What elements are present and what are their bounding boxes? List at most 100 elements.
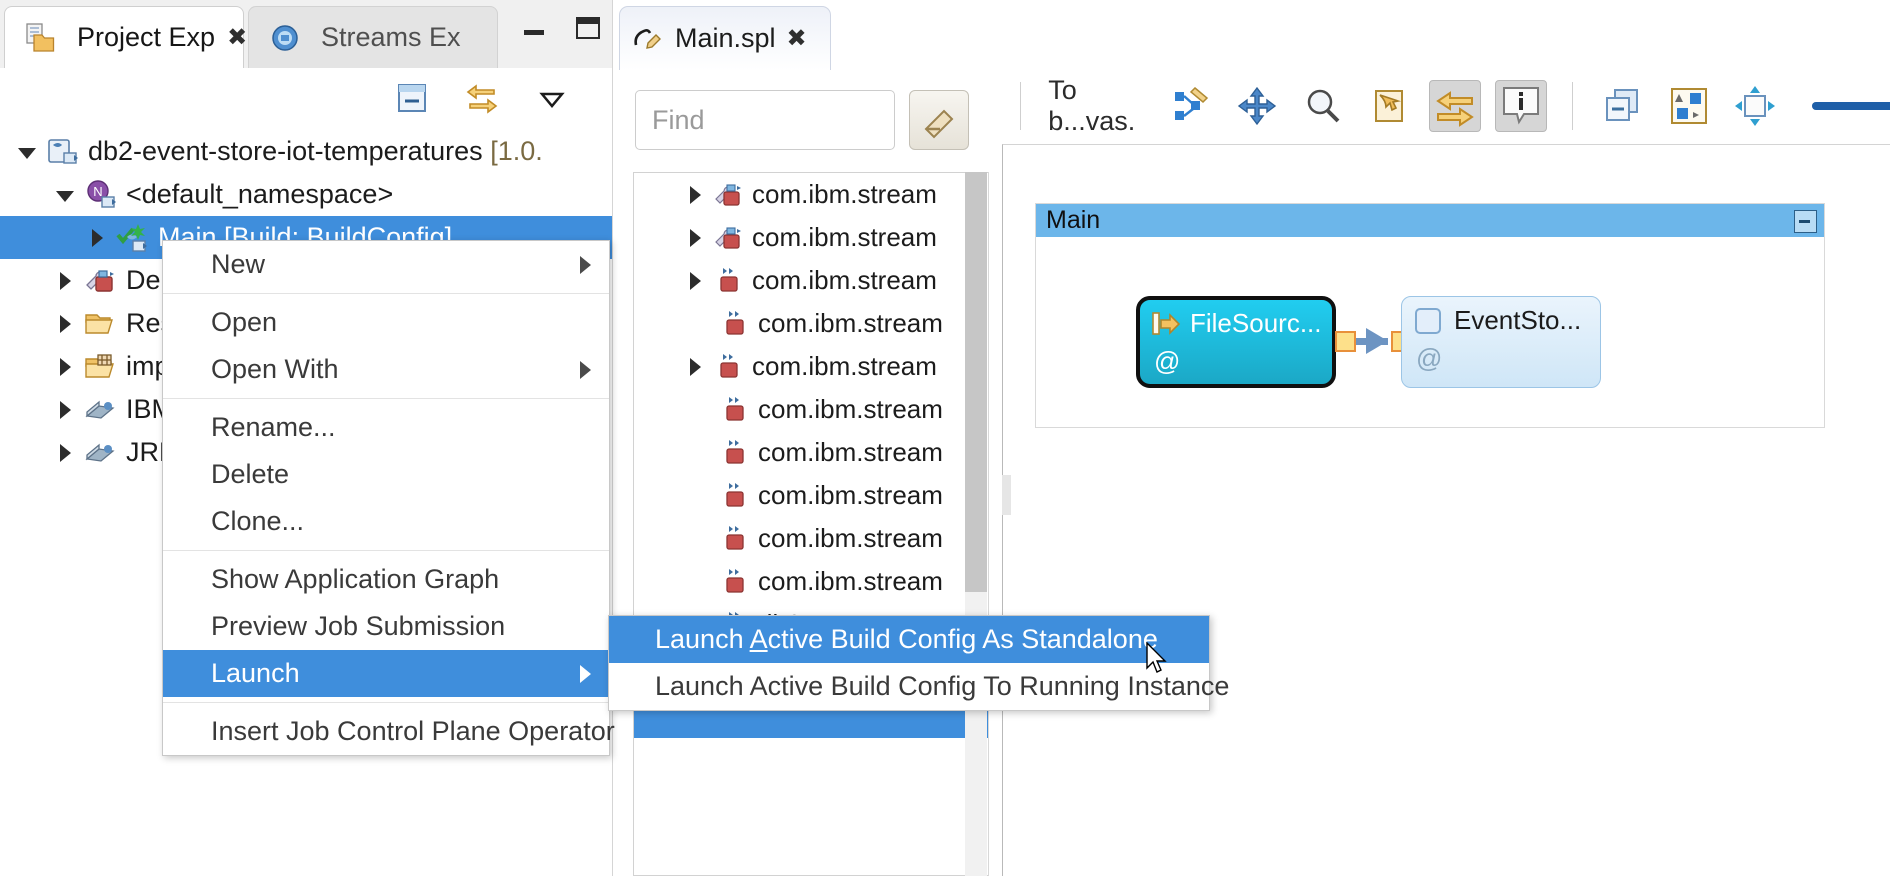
- view-menu-icon[interactable]: [534, 80, 570, 116]
- editor-scrollbar-thumb[interactable]: [965, 172, 987, 592]
- twisty-right-icon[interactable]: [682, 182, 708, 208]
- menu-item-open-with[interactable]: Open With: [163, 346, 609, 393]
- tab-main-spl[interactable]: Main.spl ✖: [619, 6, 831, 70]
- find-filter-button[interactable]: [909, 90, 969, 150]
- list-item[interactable]: com.ibm.stream: [634, 216, 1006, 259]
- editor-scrollbar-outer[interactable]: [988, 172, 1003, 876]
- project-explorer-toolbar: [0, 68, 612, 130]
- menu-item-insert-job-control-plane-operator[interactable]: Insert Job Control Plane Operator: [163, 708, 615, 755]
- left-view-tabbar: Project Exp ✖ Streams Ex: [0, 0, 612, 69]
- list-item[interactable]: com.ibm.stream: [634, 259, 1006, 302]
- twisty-down-icon[interactable]: [14, 139, 40, 165]
- tree-item-project[interactable]: db2-event-store-iot-temperatures [1.0.: [0, 130, 612, 173]
- twisty-right-icon[interactable]: [682, 268, 708, 294]
- list-item-label: com.ibm.stream: [752, 265, 937, 295]
- namespace-package-icon: [720, 524, 750, 554]
- svg-text:N: N: [93, 184, 102, 199]
- operator-title: EventSto...: [1414, 305, 1594, 336]
- graph-toolbar-label: To b...vas.: [1048, 75, 1136, 136]
- twisty-down-icon[interactable]: [52, 182, 78, 208]
- chevron-right-icon: [580, 255, 591, 274]
- context-submenu-launch[interactable]: Launch Active Build Config As Standalone…: [608, 615, 1229, 711]
- project-explorer-icon: [25, 22, 59, 54]
- tree-item-namespace[interactable]: N <default_namespace>: [0, 173, 612, 216]
- composite-main[interactable]: Main FileSourc... @ EventSto... @: [1035, 203, 1825, 428]
- operator-filesource[interactable]: FileSourc... @: [1136, 296, 1336, 388]
- list-item[interactable]: com.ibm.stream: [634, 302, 1006, 345]
- search-input[interactable]: Find: [635, 90, 895, 150]
- twisty-right-icon[interactable]: [52, 268, 78, 294]
- collapse-icon[interactable]: [1601, 84, 1645, 128]
- dependencies-icon: [84, 265, 118, 297]
- submenu-item-launch-standalone[interactable]: Launch Active Build Config As Standalone: [609, 616, 1209, 663]
- list-item[interactable]: com.ibm.stream: [634, 474, 1006, 517]
- list-item-label: com.ibm.stream: [752, 222, 937, 252]
- namespace-icon: N: [84, 179, 118, 211]
- submenu-item-launch-running-instance[interactable]: Launch Active Build Config To Running In…: [609, 663, 1229, 710]
- menu-item-new[interactable]: New: [163, 241, 609, 288]
- twisty-right-icon[interactable]: [52, 311, 78, 337]
- spl-file-icon: [632, 23, 666, 55]
- graph-canvas[interactable]: Main FileSourc... @ EventSto... @: [1002, 144, 1890, 876]
- output-port[interactable]: [1335, 331, 1356, 352]
- twisty-right-icon[interactable]: [84, 225, 110, 251]
- link-with-editor-icon[interactable]: [464, 80, 500, 116]
- menu-item-launch[interactable]: Launch: [163, 650, 609, 697]
- layout-graph-icon[interactable]: [1169, 84, 1213, 128]
- connection-arrow: [1366, 328, 1388, 354]
- list-item-label: com.ibm.stream: [758, 566, 943, 596]
- twisty-right-icon[interactable]: [52, 397, 78, 423]
- menu-item-label: Launch: [211, 658, 300, 688]
- zoom-icon[interactable]: [1301, 84, 1345, 128]
- menu-item-show-application-graph[interactable]: Show Application Graph: [163, 556, 609, 603]
- list-item-label: com.ibm.stream: [758, 437, 943, 467]
- folder-build-icon: [84, 351, 118, 383]
- twisty-right-icon[interactable]: [682, 225, 708, 251]
- fit-to-window-icon[interactable]: [1733, 84, 1777, 128]
- toggle-direction-icon[interactable]: [1429, 80, 1482, 132]
- editor-scrollbar-track[interactable]: [965, 172, 987, 876]
- close-icon[interactable]: ✖: [787, 26, 807, 51]
- tab-streams-explorer[interactable]: Streams Ex: [248, 6, 498, 68]
- zoom-slider[interactable]: [1812, 86, 1890, 126]
- menu-separator: [163, 550, 609, 551]
- composite-collapse-icon[interactable]: [1794, 210, 1817, 233]
- twisty-right-icon[interactable]: [52, 354, 78, 380]
- composite-header: Main: [1036, 204, 1824, 237]
- list-item[interactable]: com.ibm.stream: [634, 173, 1006, 216]
- canvas-collapse-handle[interactable]: [1002, 475, 1011, 515]
- minimize-button[interactable]: [520, 14, 548, 42]
- list-item[interactable]: com.ibm.stream: [634, 560, 1006, 603]
- collapse-all-icon[interactable]: [394, 80, 430, 116]
- close-icon[interactable]: ✖: [227, 25, 247, 50]
- pan-icon[interactable]: [1235, 84, 1279, 128]
- operator-title: FileSourc...: [1152, 308, 1326, 339]
- layout-mode-icon[interactable]: [1667, 84, 1711, 128]
- context-menu[interactable]: New Open Open With Rename... Delete Clon…: [162, 240, 615, 756]
- operator-eventstore[interactable]: EventSto... @: [1401, 296, 1601, 388]
- tab-project-explorer[interactable]: Project Exp ✖: [4, 6, 247, 68]
- menu-item-rename[interactable]: Rename...: [163, 404, 609, 451]
- toolkit-tree[interactable]: com.ibm.stream com.ibm.stream com.ibm.st…: [633, 172, 1006, 876]
- graph-editor-view: To b...vas. Main FileSourc... @ EventSto…: [1002, 0, 1890, 876]
- list-item[interactable]: com.ibm.stream: [634, 388, 1006, 431]
- list-item-selected[interactable]: [634, 708, 1006, 738]
- select-icon[interactable]: [1367, 84, 1411, 128]
- menu-item-clone[interactable]: Clone...: [163, 498, 609, 545]
- composite-title: Main: [1046, 206, 1101, 234]
- view-window-buttons: [520, 14, 602, 42]
- menu-item-preview-job-submission[interactable]: Preview Job Submission: [163, 603, 609, 650]
- namespace-package-icon: [720, 481, 750, 511]
- info-icon[interactable]: [1495, 80, 1548, 132]
- menu-item-open[interactable]: Open: [163, 299, 609, 346]
- twisty-right-icon[interactable]: [52, 440, 78, 466]
- tab-label: Main.spl: [675, 23, 776, 53]
- namespace-package-icon: [720, 567, 750, 597]
- list-item[interactable]: com.ibm.stream: [634, 431, 1006, 474]
- menu-item-delete[interactable]: Delete: [163, 451, 609, 498]
- maximize-button[interactable]: [574, 14, 602, 42]
- namespace-package-icon: [714, 352, 744, 382]
- list-item[interactable]: com.ibm.stream: [634, 345, 1006, 388]
- twisty-right-icon[interactable]: [682, 354, 708, 380]
- list-item[interactable]: com.ibm.stream: [634, 517, 1006, 560]
